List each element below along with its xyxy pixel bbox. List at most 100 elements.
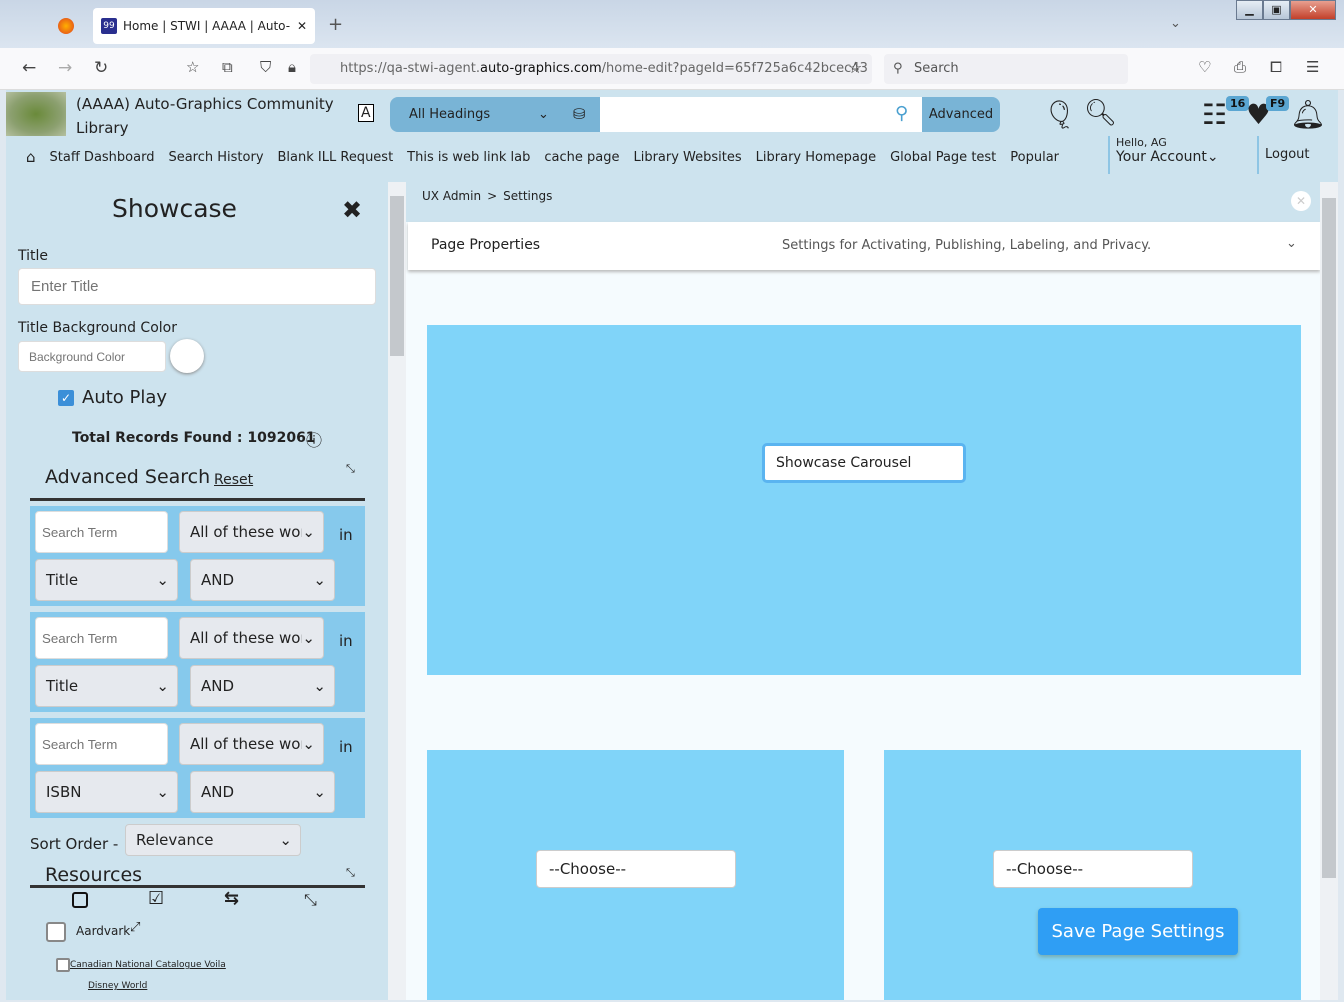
nav-popular[interactable]: Popular <box>1010 150 1059 165</box>
pocket-icon[interactable]: ♡ <box>1198 58 1211 76</box>
scroll-thumb[interactable] <box>390 196 404 356</box>
home-icon[interactable]: ⌂ <box>26 148 36 166</box>
logout-link[interactable]: Logout <box>1257 136 1310 174</box>
page-properties-panel[interactable]: Page Properties Settings for Activating,… <box>408 222 1320 270</box>
left-scrollbar[interactable] <box>388 182 406 1000</box>
search-row: All of these words⌄ in ISBN⌄ AND⌄ <box>30 718 365 818</box>
bg-color-input[interactable] <box>18 341 166 372</box>
reset-link[interactable]: Reset <box>214 472 253 488</box>
browser-tab-bar: 99 Home | STWI | AAAA | Auto-Gra ✕ + ⌄ ▁… <box>0 0 1344 48</box>
account-menu[interactable]: Hello, AG Your Account⌄ <box>1108 136 1219 174</box>
nav-library-websites[interactable]: Library Websites <box>633 150 741 165</box>
search-input[interactable] <box>600 97 922 132</box>
operator-select[interactable]: AND ⌄ <box>190 559 335 601</box>
reload-icon[interactable]: ↻ <box>94 58 108 78</box>
match-select[interactable]: All of these words⌄ <box>179 511 324 553</box>
collapse-icon[interactable]: ⤡ <box>346 866 355 880</box>
extensions-icon[interactable]: ⧠ <box>1270 58 1282 76</box>
showcase-carousel-label[interactable]: Showcase Carousel <box>762 443 966 483</box>
back-icon[interactable]: ← <box>22 58 36 78</box>
list-icon[interactable]: ☷ <box>1202 98 1227 131</box>
field-value: Title <box>46 677 79 695</box>
search-icon[interactable]: ⚲ <box>895 103 908 124</box>
browser-tab[interactable]: 99 Home | STWI | AAAA | Auto-Gra ✕ <box>93 8 315 44</box>
share-icon[interactable]: ⧉ <box>222 58 233 76</box>
language-icon[interactable]: A <box>358 104 374 122</box>
star-icon[interactable]: ☆ <box>848 58 862 77</box>
choose-widget-select[interactable]: --Choose-- <box>993 850 1193 888</box>
new-tab-button[interactable]: + <box>328 14 343 35</box>
bookmark-page-icon[interactable]: ☆ <box>186 58 199 76</box>
field-select[interactable]: Title ⌄ <box>35 665 178 707</box>
search-term-input[interactable] <box>35 511 168 553</box>
nav-blank-ill-request[interactable]: Blank ILL Request <box>278 150 394 165</box>
tab-list-chevron-icon[interactable]: ⌄ <box>1170 16 1181 31</box>
collapse-icon[interactable]: ⤡ <box>346 462 355 476</box>
main-content: UX Admin > Settings ✕ Page Properties Sett… <box>406 182 1320 1000</box>
sort-order-select[interactable]: Relevance ⌄ <box>125 824 301 856</box>
resource-checkbox[interactable] <box>46 922 66 942</box>
autoplay-checkbox[interactable]: ✓ <box>58 390 74 406</box>
nav-bar: ⌂ Staff Dashboard Search History Blank I… <box>6 148 1059 166</box>
close-tab-icon[interactable]: ✕ <box>297 19 307 33</box>
match-value: All of these words <box>190 735 302 753</box>
operator-value: AND <box>201 783 235 801</box>
choose-widget-select[interactable]: --Choose-- <box>536 850 736 888</box>
main-scrollbar[interactable] <box>1320 182 1338 1000</box>
browser-search-field[interactable]: ⚲ Search <box>884 54 1128 84</box>
forward-icon[interactable]: → <box>58 58 72 78</box>
search-term-input[interactable] <box>35 617 168 659</box>
match-select[interactable]: All of these words⌄ <box>179 723 324 765</box>
advanced-search-button[interactable]: Advanced <box>922 97 1000 132</box>
resource-aardvark[interactable]: Aardvark <box>76 924 130 938</box>
title-input[interactable] <box>18 268 376 305</box>
print-icon[interactable]: ⎙ <box>1234 58 1246 76</box>
shield-icon[interactable]: ⛉ <box>260 58 271 76</box>
operator-select[interactable]: AND ⌄ <box>190 665 335 707</box>
close-window-icon[interactable]: ✕ <box>1290 0 1336 20</box>
field-select[interactable]: ISBN ⌄ <box>35 771 178 813</box>
operator-select[interactable]: AND ⌄ <box>190 771 335 813</box>
close-circle-icon[interactable]: ✕ <box>1291 191 1311 211</box>
collapse-all-icon[interactable]: ⤡ <box>304 890 317 910</box>
expand-icon[interactable]: ⤢ <box>130 920 140 935</box>
search-scope-select[interactable]: All Headings ⌄ <box>390 97 560 132</box>
nav-staff-dashboard[interactable]: Staff Dashboard <box>50 150 155 165</box>
field-value: Title <box>46 571 79 589</box>
advanced-search-heading: Advanced Search <box>45 466 211 488</box>
resource-checkbox[interactable] <box>56 958 70 972</box>
bell-icon[interactable]: 🔔︎ <box>1290 98 1326 131</box>
database-icon[interactable]: ⛁ <box>573 105 586 123</box>
nav-global-page-test[interactable]: Global Page test <box>890 150 996 165</box>
nav-library-homepage[interactable]: Library Homepage <box>756 150 876 165</box>
select-all-icon[interactable]: ☑ <box>148 888 164 909</box>
search-term-input[interactable] <box>35 723 168 765</box>
resource-canadian-catalogue[interactable]: Canadian National Catalogue Voila <box>70 960 226 970</box>
your-account[interactable]: Your Account <box>1116 149 1207 165</box>
chevron-down-icon[interactable]: ⌄ <box>1286 236 1297 251</box>
catalog-search-icon[interactable]: 🔍︎ <box>1084 98 1117 128</box>
carousel-block[interactable]: Showcase Carousel <box>427 325 1301 675</box>
minimize-icon[interactable]: ▁ <box>1236 0 1263 20</box>
nav-search-history[interactable]: Search History <box>168 150 263 165</box>
select-none-icon[interactable] <box>72 892 88 908</box>
help-icon[interactable]: ⓘ <box>306 427 322 451</box>
save-page-settings-button[interactable]: Save Page Settings <box>1038 908 1238 955</box>
nav-web-link-lab[interactable]: This is web link lab <box>407 150 530 165</box>
balloon-icon[interactable]: 🎈︎ <box>1042 98 1078 131</box>
menu-icon[interactable]: ☰ <box>1306 58 1319 76</box>
breadcrumb-ux-admin[interactable]: UX Admin <box>422 189 481 203</box>
match-select[interactable]: All of these words⌄ <box>179 617 324 659</box>
url-bar[interactable]: https://qa-stwi-agent.auto-graphics.com/… <box>310 54 872 84</box>
resource-disney-world[interactable]: Disney World <box>88 981 147 991</box>
color-picker[interactable] <box>170 339 204 373</box>
toggle-icon[interactable]: ⇆ <box>224 888 239 909</box>
scroll-thumb[interactable] <box>1322 198 1336 878</box>
maximize-icon[interactable]: ▣ <box>1263 0 1290 20</box>
lock-icon[interactable]: 🔒︎ <box>288 58 296 76</box>
close-icon[interactable]: ✖ <box>342 196 362 224</box>
operator-value: AND <box>201 571 235 589</box>
nav-cache-page[interactable]: cache page <box>544 150 619 165</box>
field-select[interactable]: Title ⌄ <box>35 559 178 601</box>
window-controls: ▁ ▣ ✕ <box>1236 0 1336 20</box>
